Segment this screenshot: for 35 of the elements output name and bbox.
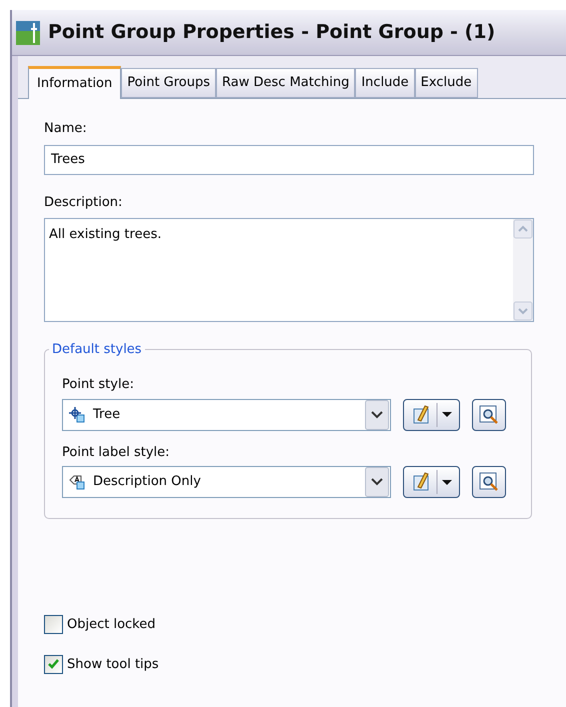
style-dropdown[interactable]: Tree [62,398,391,430]
field-label: Point label style: [62,444,171,462]
checkbox-label: Show tool tips [67,656,159,674]
tab[interactable]: Information [28,66,122,99]
zoom-style-button[interactable] [472,398,506,430]
checkbox[interactable] [44,615,63,634]
tab[interactable]: Include [355,68,415,98]
style-dropdown[interactable]: Description Only [62,466,391,498]
dropdown-value: Description Only [93,473,202,492]
checkbox[interactable] [44,654,63,674]
app-icon [16,20,40,44]
field-label: Name: [44,120,88,138]
name-field[interactable]: Trees [44,144,534,174]
zoom-style-button[interactable] [472,466,506,498]
checkbox-label: Object locked [67,616,156,634]
magnifier-icon [479,404,499,424]
tab[interactable]: Raw Desc Matching [216,68,356,98]
chevron-down-icon[interactable] [365,400,389,430]
caret-icon [442,480,452,484]
chevron-down-icon[interactable] [365,467,389,497]
label-style-icon [69,474,85,490]
magnifier-icon [479,472,499,492]
caret-icon [442,412,452,417]
tab[interactable]: Exclude [414,68,478,98]
edit-style-button[interactable] [403,398,460,430]
description-text: All existing trees. [48,226,162,244]
field-label: Point style: [62,376,135,394]
window-title: Point Group Properties - Point Group - (1) [48,20,496,46]
dropdown-value: Tree [93,406,122,424]
checkmark-icon [47,658,60,671]
point-style-icon [69,406,85,422]
tab[interactable]: Point Groups [121,68,216,98]
field-label: Description: [44,194,124,212]
edit-style-button[interactable] [403,466,460,498]
description-field[interactable]: All existing trees. [44,218,534,322]
